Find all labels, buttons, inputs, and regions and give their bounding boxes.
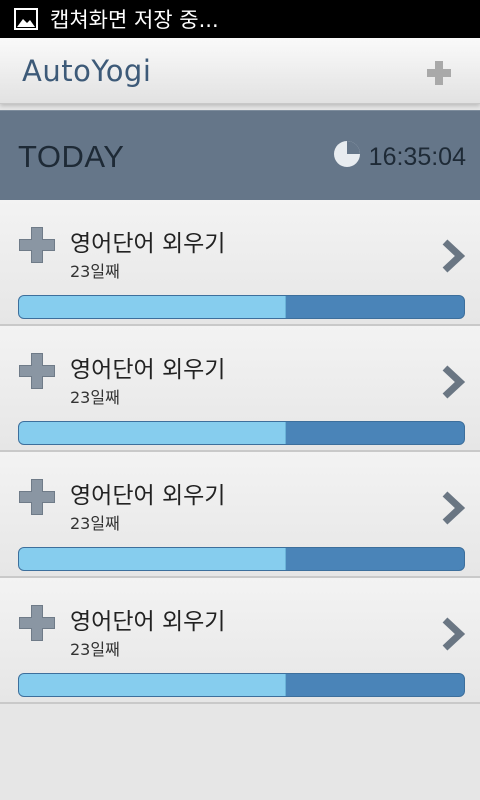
clock: 16:35:04 <box>333 140 466 172</box>
progress-bar <box>18 547 465 571</box>
chevron-right-icon[interactable] <box>440 364 466 400</box>
chevron-right-icon[interactable] <box>440 616 466 652</box>
progress-bar <box>18 673 465 697</box>
clock-time: 16:35:04 <box>368 143 466 171</box>
add-icon[interactable] <box>426 60 452 86</box>
item-subtitle: 23일째 <box>70 640 120 659</box>
progress-bar <box>18 295 465 319</box>
app-logo: AutoYogi <box>22 53 152 88</box>
plus-icon <box>19 353 55 389</box>
item-title: 영어단어 외우기 <box>70 483 226 509</box>
picture-icon <box>14 8 38 30</box>
task-list: 영어단어 외우기 23일째 영어단어 외우기 23일째 영어단어 외우기 23일… <box>0 200 480 704</box>
progress-fill <box>19 422 286 444</box>
plus-icon <box>19 605 55 641</box>
progress-bar <box>18 421 465 445</box>
item-title: 영어단어 외우기 <box>70 231 226 257</box>
item-subtitle: 23일째 <box>70 262 120 281</box>
progress-fill <box>19 548 286 570</box>
plus-icon <box>19 479 55 515</box>
progress-fill <box>19 296 286 318</box>
list-item[interactable]: 영어단어 외우기 23일째 <box>0 452 480 578</box>
list-item[interactable]: 영어단어 외우기 23일째 <box>0 200 480 326</box>
item-title: 영어단어 외우기 <box>70 357 226 383</box>
status-bar: 캡쳐화면 저장 중... <box>0 0 480 38</box>
list-item[interactable]: 영어단어 외우기 23일째 <box>0 326 480 452</box>
status-text: 캡쳐화면 저장 중... <box>50 8 219 32</box>
clock-icon <box>333 140 360 167</box>
today-label: TODAY <box>18 138 125 174</box>
chevron-right-icon[interactable] <box>440 238 466 274</box>
item-subtitle: 23일째 <box>70 514 120 533</box>
item-title: 영어단어 외우기 <box>70 609 226 635</box>
item-subtitle: 23일째 <box>70 388 120 407</box>
today-bar: TODAY 16:35:04 <box>0 110 480 200</box>
plus-icon <box>19 227 55 263</box>
progress-fill <box>19 674 286 696</box>
list-item[interactable]: 영어단어 외우기 23일째 <box>0 578 480 704</box>
action-bar: AutoYogi <box>0 38 480 104</box>
chevron-right-icon[interactable] <box>440 490 466 526</box>
